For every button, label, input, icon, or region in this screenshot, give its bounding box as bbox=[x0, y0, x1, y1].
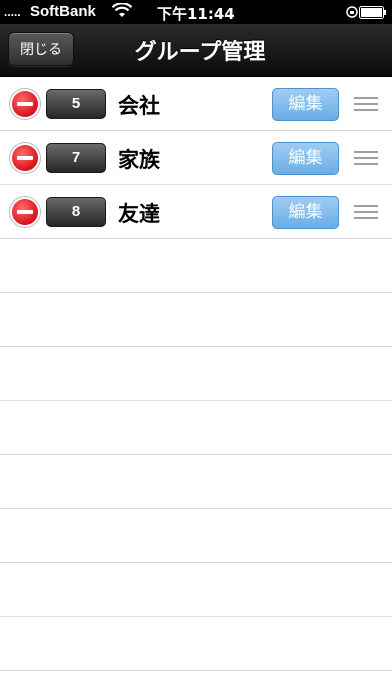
delete-icon[interactable] bbox=[12, 145, 38, 171]
delete-icon[interactable] bbox=[12, 91, 38, 117]
reorder-handle-icon[interactable] bbox=[354, 203, 378, 221]
edit-button[interactable]: 編集 bbox=[272, 196, 339, 229]
delete-icon[interactable] bbox=[12, 199, 38, 225]
navigation-bar: 閉じる グループ管理 bbox=[0, 24, 392, 77]
wifi-icon bbox=[111, 2, 133, 23]
rotation-lock-icon bbox=[346, 5, 358, 23]
member-count-badge: 5 bbox=[46, 89, 106, 119]
status-bar: ..... SoftBank 下午11:44 bbox=[0, 0, 392, 24]
page-title: グループ管理 bbox=[134, 40, 266, 65]
empty-row bbox=[0, 347, 392, 401]
member-count-badge: 8 bbox=[46, 197, 106, 227]
group-name: 会社 bbox=[118, 94, 160, 118]
edit-button[interactable]: 編集 bbox=[272, 142, 339, 175]
signal-strength-icon: ..... bbox=[4, 5, 21, 19]
group-name: 友達 bbox=[118, 202, 160, 226]
carrier-label: SoftBank bbox=[30, 3, 96, 20]
group-name: 家族 bbox=[118, 148, 160, 172]
empty-row bbox=[0, 563, 392, 617]
empty-row bbox=[0, 617, 392, 671]
status-time: 下午11:44 bbox=[157, 5, 235, 23]
edit-button[interactable]: 編集 bbox=[272, 88, 339, 121]
reorder-handle-icon[interactable] bbox=[354, 149, 378, 167]
close-button[interactable]: 閉じる bbox=[8, 32, 74, 66]
member-count-badge: 7 bbox=[46, 143, 106, 173]
empty-row bbox=[0, 293, 392, 347]
reorder-handle-icon[interactable] bbox=[354, 95, 378, 113]
empty-row bbox=[0, 239, 392, 293]
table-row: 5 会社 編集 bbox=[0, 77, 392, 131]
empty-row bbox=[0, 455, 392, 509]
battery-icon bbox=[359, 6, 387, 23]
empty-row bbox=[0, 509, 392, 563]
empty-row bbox=[0, 401, 392, 455]
table-row: 7 家族 編集 bbox=[0, 131, 392, 185]
group-table: 5 会社 編集 7 家族 編集 8 友達 編集 bbox=[0, 77, 392, 696]
table-row: 8 友達 編集 bbox=[0, 185, 392, 239]
